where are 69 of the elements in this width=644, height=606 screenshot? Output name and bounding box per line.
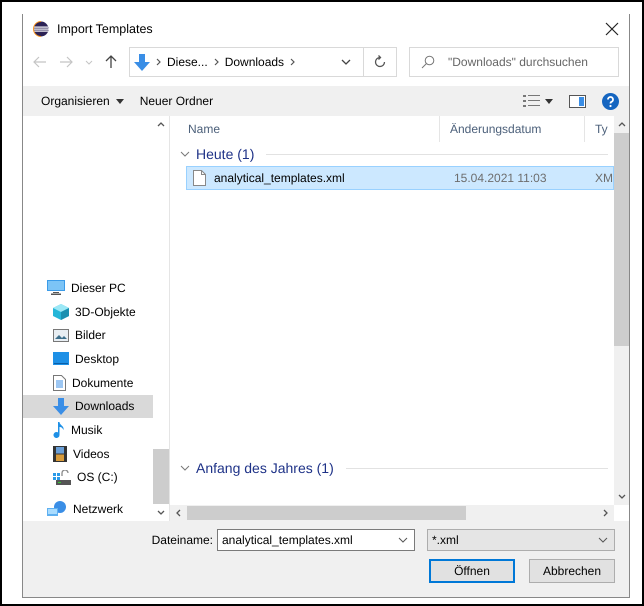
chevron-down-icon[interactable] bbox=[341, 59, 351, 65]
view-options-icon[interactable] bbox=[523, 95, 553, 107]
scroll-left-icon[interactable] bbox=[176, 509, 181, 517]
music-note-icon bbox=[53, 422, 65, 438]
picture-icon bbox=[53, 328, 69, 342]
chevron-right-icon[interactable] bbox=[156, 58, 161, 66]
scroll-right-icon[interactable] bbox=[603, 509, 608, 517]
app-logo-icon bbox=[33, 21, 49, 37]
file-type: XM bbox=[595, 171, 613, 185]
scroll-up-icon[interactable] bbox=[618, 122, 626, 127]
sidebar-item[interactable]: Bilder bbox=[23, 323, 153, 348]
sidebar-item[interactable]: Dokumente bbox=[23, 370, 153, 394]
file-row[interactable]: analytical_templates.xml 15.04.2021 11:03 XM bbox=[186, 166, 614, 190]
network-icon bbox=[47, 501, 67, 518]
sidebar-item[interactable]: Musik bbox=[23, 418, 153, 442]
chevron-right-icon[interactable] bbox=[214, 58, 219, 66]
chevron-icon[interactable] bbox=[180, 465, 190, 471]
window-title: Import Templates bbox=[57, 22, 153, 36]
sidebar-item[interactable]: OS (C:) bbox=[23, 466, 153, 490]
organize-menu-button[interactable]: Organisieren bbox=[41, 94, 124, 108]
dialog-button[interactable]: Abbrechen bbox=[529, 559, 615, 583]
file-name-label: Dateiname: bbox=[152, 533, 213, 547]
film-icon bbox=[53, 446, 67, 462]
sidebar-item[interactable]: Netzwerk bbox=[23, 497, 153, 522]
column-header[interactable]: Ty bbox=[585, 116, 605, 142]
up-arrow-icon[interactable] bbox=[105, 55, 117, 69]
download-arrow-icon bbox=[53, 398, 69, 415]
group-heading[interactable]: Heute (1) bbox=[196, 146, 254, 162]
download-arrow-icon bbox=[134, 54, 150, 70]
breadcrumb[interactable]: Downloads bbox=[224, 55, 284, 69]
scroll-down-icon[interactable] bbox=[157, 510, 165, 515]
computer-icon bbox=[47, 280, 65, 296]
scroll-up-icon[interactable] bbox=[157, 122, 165, 127]
cube-icon bbox=[53, 304, 69, 320]
scrollbar-thumb[interactable] bbox=[153, 449, 169, 504]
desktop-icon bbox=[53, 352, 69, 366]
file-name: analytical_templates.xml bbox=[214, 171, 346, 185]
dialog-button[interactable]: Öffnen bbox=[429, 559, 515, 583]
refresh-icon bbox=[373, 55, 387, 69]
column-header[interactable]: Änderungsdatum bbox=[440, 116, 585, 142]
drive-icon bbox=[53, 470, 71, 485]
group-heading[interactable]: Anfang des Jahres (1) bbox=[196, 460, 334, 476]
chevron-icon[interactable] bbox=[180, 151, 190, 157]
file-name-field[interactable]: analytical_templates.xml bbox=[217, 529, 415, 551]
search-field[interactable]: "Downloads" durchsuchen bbox=[409, 47, 619, 77]
file-type-dropdown[interactable]: *.xml bbox=[427, 529, 615, 551]
file-date: 15.04.2021 11:03 bbox=[454, 171, 548, 185]
sidebar-item[interactable]: Downloads bbox=[23, 394, 153, 418]
chevron-down-icon[interactable] bbox=[398, 537, 408, 543]
help-icon[interactable] bbox=[602, 92, 619, 110]
scroll-down-icon[interactable] bbox=[618, 494, 626, 499]
chevron-down-icon[interactable] bbox=[598, 537, 608, 543]
caret-down-icon bbox=[116, 98, 124, 104]
search-icon bbox=[421, 55, 435, 69]
address-bar[interactable]: Diese... Downloads bbox=[129, 47, 397, 77]
file-icon bbox=[193, 170, 206, 186]
scrollbar-thumb[interactable] bbox=[614, 133, 629, 346]
close-icon[interactable] bbox=[605, 22, 619, 36]
breadcrumb[interactable]: Diese... bbox=[167, 55, 208, 69]
new-folder-button[interactable]: Neuer Ordner bbox=[140, 94, 214, 108]
sidebar-item[interactable]: Desktop bbox=[23, 347, 153, 371]
sidebar-item[interactable]: 3D-Objekte bbox=[23, 300, 153, 324]
sidebar-item[interactable]: Videos bbox=[23, 442, 153, 466]
document-icon bbox=[53, 374, 66, 391]
preview-pane-icon[interactable] bbox=[569, 94, 586, 108]
sidebar-item[interactable]: Dieser PC bbox=[23, 276, 153, 300]
chevron-right-icon[interactable] bbox=[290, 58, 296, 66]
column-header[interactable]: Name bbox=[178, 116, 440, 142]
scrollbar-thumb[interactable] bbox=[187, 506, 466, 520]
